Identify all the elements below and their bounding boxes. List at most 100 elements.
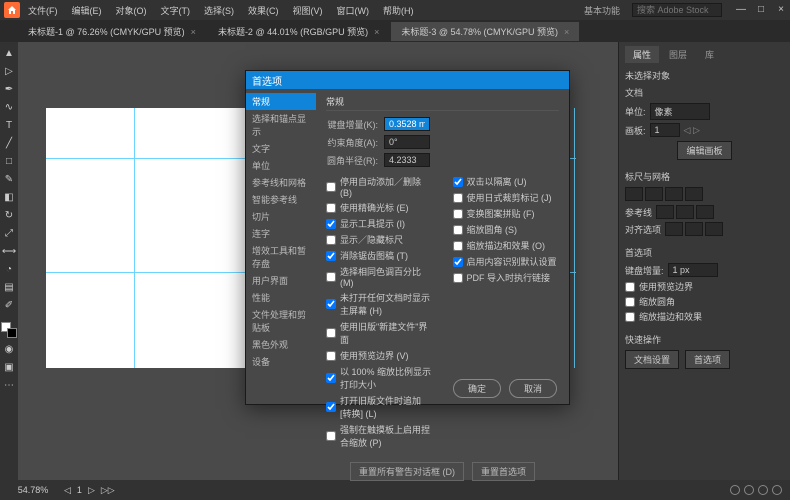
maximize-icon[interactable]: □ (756, 5, 766, 15)
tab-close-icon[interactable]: × (191, 27, 196, 37)
pref-check-3[interactable] (326, 235, 336, 245)
tab-close-icon[interactable]: × (564, 27, 569, 37)
side-units[interactable]: 单位 (246, 157, 316, 174)
rectangle-tool-icon[interactable]: □ (2, 154, 16, 168)
pref-rcheck-3[interactable] (453, 225, 463, 235)
pref-check-10[interactable] (326, 402, 336, 412)
zoom-level[interactable]: 54.78% (8, 485, 58, 495)
preferences-button[interactable]: 首选项 (685, 350, 730, 369)
edit-toolbar-icon[interactable]: ⋯ (2, 378, 16, 392)
pref-rcheck-4[interactable] (453, 241, 463, 251)
pref-rcheck-2[interactable] (453, 209, 463, 219)
side-black[interactable]: 黑色外观 (246, 336, 316, 353)
constrain-angle-input[interactable] (384, 135, 430, 149)
nav-page[interactable]: 1 (77, 485, 82, 495)
side-guides[interactable]: 参考线和网格 (246, 174, 316, 191)
menu-type[interactable]: 文字(T) (155, 2, 197, 19)
snap-buttons[interactable] (665, 222, 723, 236)
curvature-tool-icon[interactable]: ∿ (2, 100, 16, 114)
nav-first-icon[interactable]: ◁ (64, 485, 71, 496)
ok-button[interactable]: 确定 (453, 379, 501, 398)
scale-corners-checkbox[interactable] (625, 297, 635, 307)
side-plugins[interactable]: 增效工具和暂存盘 (246, 242, 316, 272)
cancel-button[interactable]: 取消 (509, 379, 557, 398)
keyboard-increment-input[interactable] (384, 117, 430, 131)
preview-bounds-checkbox[interactable] (625, 282, 635, 292)
reset-warnings-button[interactable]: 重置所有警告对话框 (D) (350, 462, 464, 481)
tab-doc3[interactable]: 未标题-3 @ 54.78% (CMYK/GPU 预览)× (391, 22, 579, 41)
tab-libraries[interactable]: 库 (697, 46, 722, 63)
menu-select[interactable]: 选择(S) (198, 2, 240, 19)
line-tool-icon[interactable]: ╱ (2, 136, 16, 150)
pref-check-4[interactable] (326, 251, 336, 261)
guides-buttons[interactable] (625, 187, 784, 201)
guide-vertical[interactable] (574, 108, 575, 368)
workspace-label[interactable]: 基本功能 (578, 2, 626, 19)
side-type[interactable]: 文字 (246, 140, 316, 157)
menu-file[interactable]: 文件(F) (22, 2, 64, 19)
pref-check-8[interactable] (326, 351, 336, 361)
type-tool-icon[interactable]: T (2, 118, 16, 132)
guide-toggle-buttons[interactable] (656, 205, 714, 219)
menu-window[interactable]: 窗口(W) (331, 2, 376, 19)
gradient-tool-icon[interactable]: ▤ (2, 280, 16, 294)
nav-next-icon[interactable]: ▷ (88, 485, 95, 496)
artboard-select[interactable]: 1 (650, 123, 680, 137)
pen-tool-icon[interactable]: ✒ (2, 82, 16, 96)
units-select[interactable]: 像素 (650, 103, 710, 120)
selection-tool-icon[interactable]: ▲ (2, 46, 16, 60)
side-selection[interactable]: 选择和锚点显示 (246, 110, 316, 140)
pref-rcheck-0[interactable] (453, 177, 463, 187)
side-hyphenation[interactable]: 连字 (246, 225, 316, 242)
side-general[interactable]: 常规 (246, 93, 316, 110)
pref-check-11[interactable] (326, 431, 336, 441)
width-tool-icon[interactable]: ⟷ (2, 244, 16, 258)
corner-radius-input[interactable] (384, 153, 430, 167)
side-performance[interactable]: 性能 (246, 289, 316, 306)
pref-check-7[interactable] (326, 328, 336, 338)
dialog-title[interactable]: 首选项 (246, 71, 569, 89)
pref-check-5[interactable] (326, 272, 336, 282)
pref-check-1[interactable] (326, 203, 336, 213)
pref-check-9[interactable] (326, 373, 336, 383)
pref-check-0[interactable] (326, 182, 336, 192)
search-stock-input[interactable] (632, 3, 722, 17)
menu-effect[interactable]: 效果(C) (242, 2, 285, 19)
shape-builder-tool-icon[interactable]: ◔ (2, 262, 16, 276)
scale-strokes-checkbox[interactable] (625, 312, 635, 322)
menu-object[interactable]: 对象(O) (110, 2, 153, 19)
tab-layers[interactable]: 图层 (661, 46, 695, 63)
rotate-tool-icon[interactable]: ↻ (2, 208, 16, 222)
nav-last-icon[interactable]: ▷▷ (101, 485, 115, 496)
tab-properties[interactable]: 属性 (625, 46, 659, 63)
scale-tool-icon[interactable]: ⤢ (2, 226, 16, 240)
pref-rcheck-6[interactable] (453, 273, 463, 283)
side-ui[interactable]: 用户界面 (246, 272, 316, 289)
menu-edit[interactable]: 编辑(E) (66, 2, 108, 19)
pref-check-6[interactable] (326, 299, 336, 309)
pref-rcheck-5[interactable] (453, 257, 463, 267)
menu-help[interactable]: 帮助(H) (377, 2, 420, 19)
eyedropper-tool-icon[interactable]: ✐ (2, 298, 16, 312)
side-file-handling[interactable]: 文件处理和剪贴板 (246, 306, 316, 336)
guide-vertical[interactable] (134, 108, 135, 368)
side-slices[interactable]: 切片 (246, 208, 316, 225)
edit-artboard-button[interactable]: 编辑画板 (677, 141, 731, 160)
tab-close-icon[interactable]: × (374, 27, 379, 37)
pref-rcheck-1[interactable] (453, 193, 463, 203)
menu-view[interactable]: 视图(V) (287, 2, 329, 19)
reset-prefs-button[interactable]: 重置首选项 (472, 462, 535, 481)
draw-mode-icon[interactable]: ◉ (2, 342, 16, 356)
doc-setup-button[interactable]: 文档设置 (625, 350, 679, 369)
home-icon[interactable] (4, 2, 20, 18)
side-smart-guides[interactable]: 智能参考线 (246, 191, 316, 208)
pref-check-2[interactable] (326, 219, 336, 229)
screen-mode-icons[interactable] (730, 485, 782, 495)
side-devices[interactable]: 设备 (246, 353, 316, 370)
color-swatches[interactable] (1, 322, 17, 338)
screen-mode-icon[interactable]: ▣ (2, 360, 16, 374)
tab-doc1[interactable]: 未标题-1 @ 76.26% (CMYK/GPU 预览)× (18, 22, 206, 41)
close-icon[interactable]: × (776, 5, 786, 15)
eraser-tool-icon[interactable]: ◧ (2, 190, 16, 204)
direct-selection-tool-icon[interactable]: ▷ (2, 64, 16, 78)
